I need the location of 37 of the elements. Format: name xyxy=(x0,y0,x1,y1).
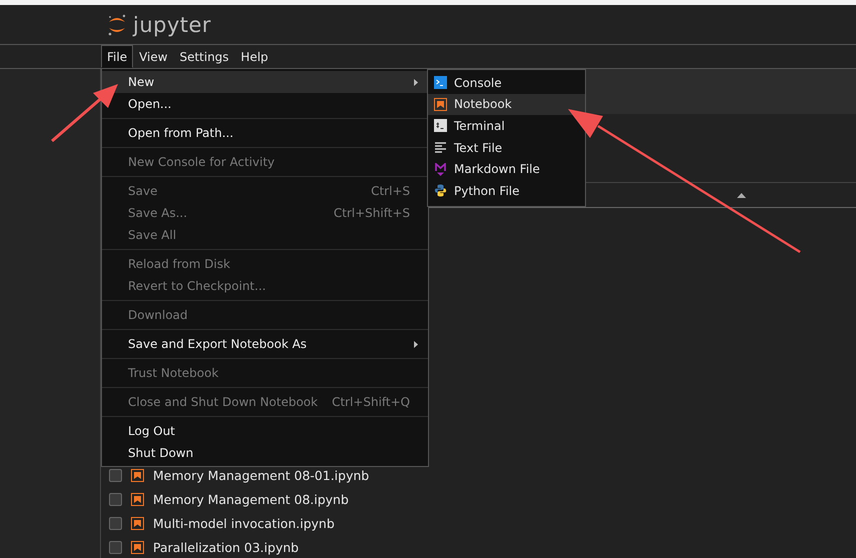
logo-text: jupyter xyxy=(133,12,212,36)
menu-item[interactable]: Shut Down xyxy=(102,442,428,464)
menu-item[interactable]: Open... xyxy=(102,93,428,115)
jupyter-logo-icon xyxy=(107,12,127,36)
file-name[interactable]: Memory Management 08.ipynb xyxy=(153,492,349,506)
notebook-icon xyxy=(131,492,144,506)
menu-item[interactable]: Log Out xyxy=(102,420,428,442)
menu-bar-item[interactable]: Help xyxy=(234,45,274,68)
submenu-item[interactable]: Text File xyxy=(428,136,585,158)
terminal-icon xyxy=(434,119,447,132)
checkbox[interactable] xyxy=(109,492,122,506)
submenu-item[interactable]: Markdown File xyxy=(428,158,585,180)
notebook-icon xyxy=(131,468,144,482)
notebook-icon xyxy=(434,98,447,111)
menu-bar-item[interactable]: File xyxy=(101,45,134,68)
submenu-item[interactable]: Python File xyxy=(428,180,585,202)
markdown-icon xyxy=(434,162,447,176)
checkbox[interactable] xyxy=(109,516,122,530)
menu-bar-item[interactable]: View xyxy=(133,45,174,68)
file-name[interactable]: Parallelization 03.ipynb xyxy=(153,540,299,554)
file-name[interactable]: Multi-model invocation.ipynb xyxy=(153,516,335,530)
menu-item[interactable]: Save and Export Notebook As xyxy=(102,333,428,355)
submenu-item[interactable]: Notebook xyxy=(428,94,585,116)
submenu-item[interactable]: Console xyxy=(428,72,585,94)
checkbox[interactable] xyxy=(109,540,122,554)
menu-item[interactable]: Open from Path... xyxy=(102,122,428,144)
console-icon xyxy=(434,76,447,90)
menu-item[interactable]: New xyxy=(102,71,428,93)
notebook-icon xyxy=(131,516,144,530)
file-name[interactable]: Memory Management 08-01.ipynb xyxy=(153,468,370,482)
sort-caret-icon[interactable] xyxy=(737,192,746,198)
checkbox[interactable] xyxy=(109,468,122,482)
text-lines-icon xyxy=(434,141,447,154)
annotation-arrow xyxy=(51,84,118,142)
menu-bar-item[interactable]: Settings xyxy=(174,45,235,68)
python-icon xyxy=(434,184,447,198)
notebook-icon xyxy=(131,540,144,554)
